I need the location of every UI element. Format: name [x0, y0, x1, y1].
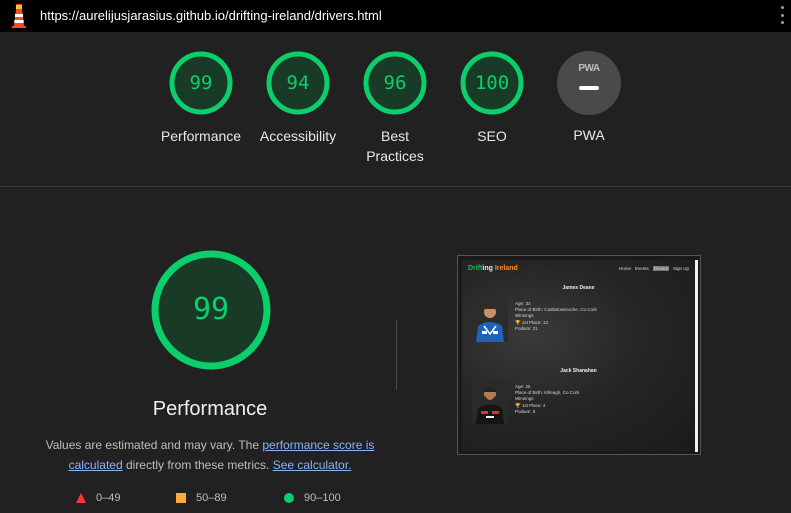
screenshot-content: Drifting Ireland Home Events Drivers Sig… — [462, 260, 695, 451]
lighthouse-icon — [12, 4, 26, 28]
performance-big-gauge: 99 — [150, 249, 272, 371]
gauge-label: Best Practices — [366, 128, 424, 164]
performance-title: Performance — [152, 398, 268, 420]
gauge-label: Accessibility — [259, 128, 337, 144]
driver-name: James Deane — [562, 285, 595, 291]
performance-description: Values are estimated and may vary. The p… — [40, 435, 380, 475]
desc-text: directly from these metrics. — [122, 458, 273, 472]
red-triangle-icon — [76, 493, 86, 503]
gauge-label: Performance — [160, 128, 242, 144]
see-calculator-link[interactable]: See calculator. — [273, 458, 352, 472]
green-circle-icon — [284, 493, 294, 503]
nav-drivers: Drivers — [652, 266, 669, 271]
legend-range: 0–49 — [96, 492, 121, 504]
site-nav: Home Events Drivers Sign Up — [619, 266, 689, 271]
gauge-accessibility[interactable]: 94 Accessibility — [248, 50, 348, 146]
driver-info: Age: 25 Place of Birth: Killeagh, Co.Cor… — [515, 384, 580, 414]
gauge-performance[interactable]: 99 Performance — [151, 50, 251, 146]
page-url[interactable]: https://aurelijusjarasius.github.io/drif… — [40, 8, 382, 23]
legend-range: 90–100 — [304, 492, 341, 504]
gauge-label: SEO — [477, 128, 507, 144]
page-screenshot-thumbnail[interactable]: Drifting Ireland Home Events Drivers Sig… — [457, 255, 701, 455]
orange-square-icon — [176, 493, 186, 503]
big-gauge-score: 99 — [192, 292, 230, 327]
pwa-badge-icon: PWA — [557, 51, 621, 115]
gauge-best-practices[interactable]: 96 Best Practices — [345, 50, 445, 166]
pwa-badge-text: PWA — [578, 63, 600, 74]
driver-photo — [472, 380, 508, 424]
pwa-dash — [579, 86, 599, 90]
gauge-score: 100 — [474, 72, 510, 94]
gauge-score: 99 — [189, 72, 213, 94]
nav-events: Events — [634, 266, 649, 271]
nav-signup: Sign Up — [672, 266, 689, 271]
nav-home: Home — [618, 266, 631, 271]
driver-name: Jack Shanahan — [560, 368, 597, 374]
legend-pass: 90–100 — [284, 492, 341, 504]
url-bar: https://aurelijusjarasius.github.io/drif… — [0, 0, 791, 32]
site-logo: Drifting Ireland — [468, 265, 518, 272]
gauge-score: 96 — [383, 72, 407, 94]
gauge-pwa[interactable]: PWA PWA — [539, 50, 639, 145]
more-options-icon[interactable] — [779, 6, 785, 24]
legend-average: 50–89 — [176, 492, 227, 504]
thumbnail-scrollbar — [695, 260, 698, 452]
gauge-label: PWA — [573, 127, 605, 143]
legend-range: 50–89 — [196, 492, 227, 504]
gauge-score: 94 — [286, 72, 310, 94]
desc-text: Values are estimated and may vary. The — [45, 438, 263, 452]
legend-fail: 0–49 — [76, 492, 120, 504]
category-gauges: 99 Performance 94 Accessibility 96 Best … — [0, 32, 791, 187]
driver-info: Age: 33 Place of Birth: Castletownroche,… — [515, 301, 597, 331]
score-legend: 0–49 50–89 90–100 — [0, 492, 420, 508]
gauge-seo[interactable]: 100 SEO — [442, 50, 542, 146]
divider — [396, 320, 397, 390]
driver-photo — [472, 298, 508, 342]
